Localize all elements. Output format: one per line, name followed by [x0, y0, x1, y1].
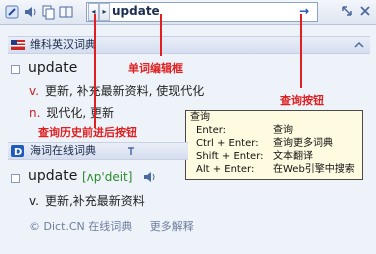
tooltip-key: Enter: — [196, 125, 227, 136]
speaker-icon[interactable] — [142, 170, 156, 184]
svg-text:D: D — [14, 147, 22, 157]
word-input[interactable] — [110, 3, 294, 19]
def-text: 更新, 补充最新资料, 使现代化 — [44, 84, 205, 98]
dict2-title: 海词在线词典 — [30, 144, 96, 157]
def-text: 现代化, 更新 — [46, 106, 115, 120]
toolbar: ◂ ▸ → — [0, 0, 376, 25]
dict1-title: 维科英汉词典 — [30, 38, 96, 51]
tooltip-key: Alt + Enter: — [196, 164, 255, 175]
dict1-word: update — [28, 60, 78, 76]
annotation-word-box: 单词编辑框 — [128, 62, 183, 75]
tooltip-key: Shift + Enter: — [196, 151, 264, 162]
expand-toggle[interactable] — [11, 65, 20, 74]
tooltip-desc: 查询更多词典 — [273, 138, 333, 149]
pos-label: v. — [29, 84, 39, 98]
pos-label: n. — [29, 106, 41, 120]
tooltip-desc: 查询 — [273, 125, 293, 136]
dictionary-window: ◂ ▸ → 维科英汉词典 update v. 更新, 补充最新资料, 使现代化 n… — [0, 0, 376, 254]
tooltip-desc: 文本翻译 — [273, 151, 313, 162]
dict2-header[interactable]: D 海词在线词典 — [8, 142, 188, 160]
history-forward-button[interactable]: ▸ — [99, 3, 110, 21]
source-link[interactable]: © Dict.CN 在线词典 — [29, 220, 132, 233]
dict2-def-1: v. 更新,补充最新资料 — [29, 192, 145, 209]
dict1-def-1: v. 更新, 补充最新资料, 使现代化 — [29, 82, 204, 99]
annotation-arrow-search — [300, 14, 302, 88]
search-button[interactable]: → — [296, 3, 312, 19]
speaker-icon[interactable] — [22, 4, 38, 20]
footer: © Dict.CN 在线词典 更多解释 — [29, 218, 208, 234]
dict-logo-icon: D — [11, 145, 24, 157]
close-icon[interactable] — [358, 4, 372, 18]
pos-label: v. — [29, 194, 39, 208]
annotation-arrow-history — [94, 14, 96, 128]
annotation-history-buttons: 查询历史前进后按钮 — [38, 126, 137, 139]
shortcut-tooltip: 查询 Enter: 查询 Ctrl + Enter: 查询更多词典 Shift … — [185, 110, 363, 180]
tooltip-key: Ctrl + Enter: — [196, 138, 259, 149]
annotation-arrow-word-box — [160, 14, 162, 56]
expand-toggle[interactable] — [11, 174, 20, 183]
tooltip-desc: 在Web引擎中搜索 — [273, 164, 355, 175]
def-text: 更新,补充最新资料 — [44, 194, 145, 208]
dict1-def-2: n. 现代化, 更新 — [29, 104, 114, 121]
us-flag-icon — [11, 40, 25, 50]
pen-icon[interactable] — [4, 4, 20, 20]
annotation-search-button: 查询按钮 — [280, 94, 324, 107]
tooltip-title: 查询 — [190, 112, 210, 123]
dict2-phonetic: [ʌp'deit] — [82, 170, 133, 184]
dict2-word: update — [28, 168, 78, 184]
pin-icon[interactable] — [126, 146, 136, 156]
dict1-header[interactable]: 维科英汉词典 — [8, 36, 370, 54]
resize-icon[interactable] — [340, 4, 354, 18]
chevron-up-icon[interactable] — [354, 40, 364, 50]
more-link[interactable]: 更多解释 — [150, 220, 194, 233]
copy-icon[interactable] — [40, 4, 56, 20]
book-icon[interactable] — [58, 4, 74, 20]
